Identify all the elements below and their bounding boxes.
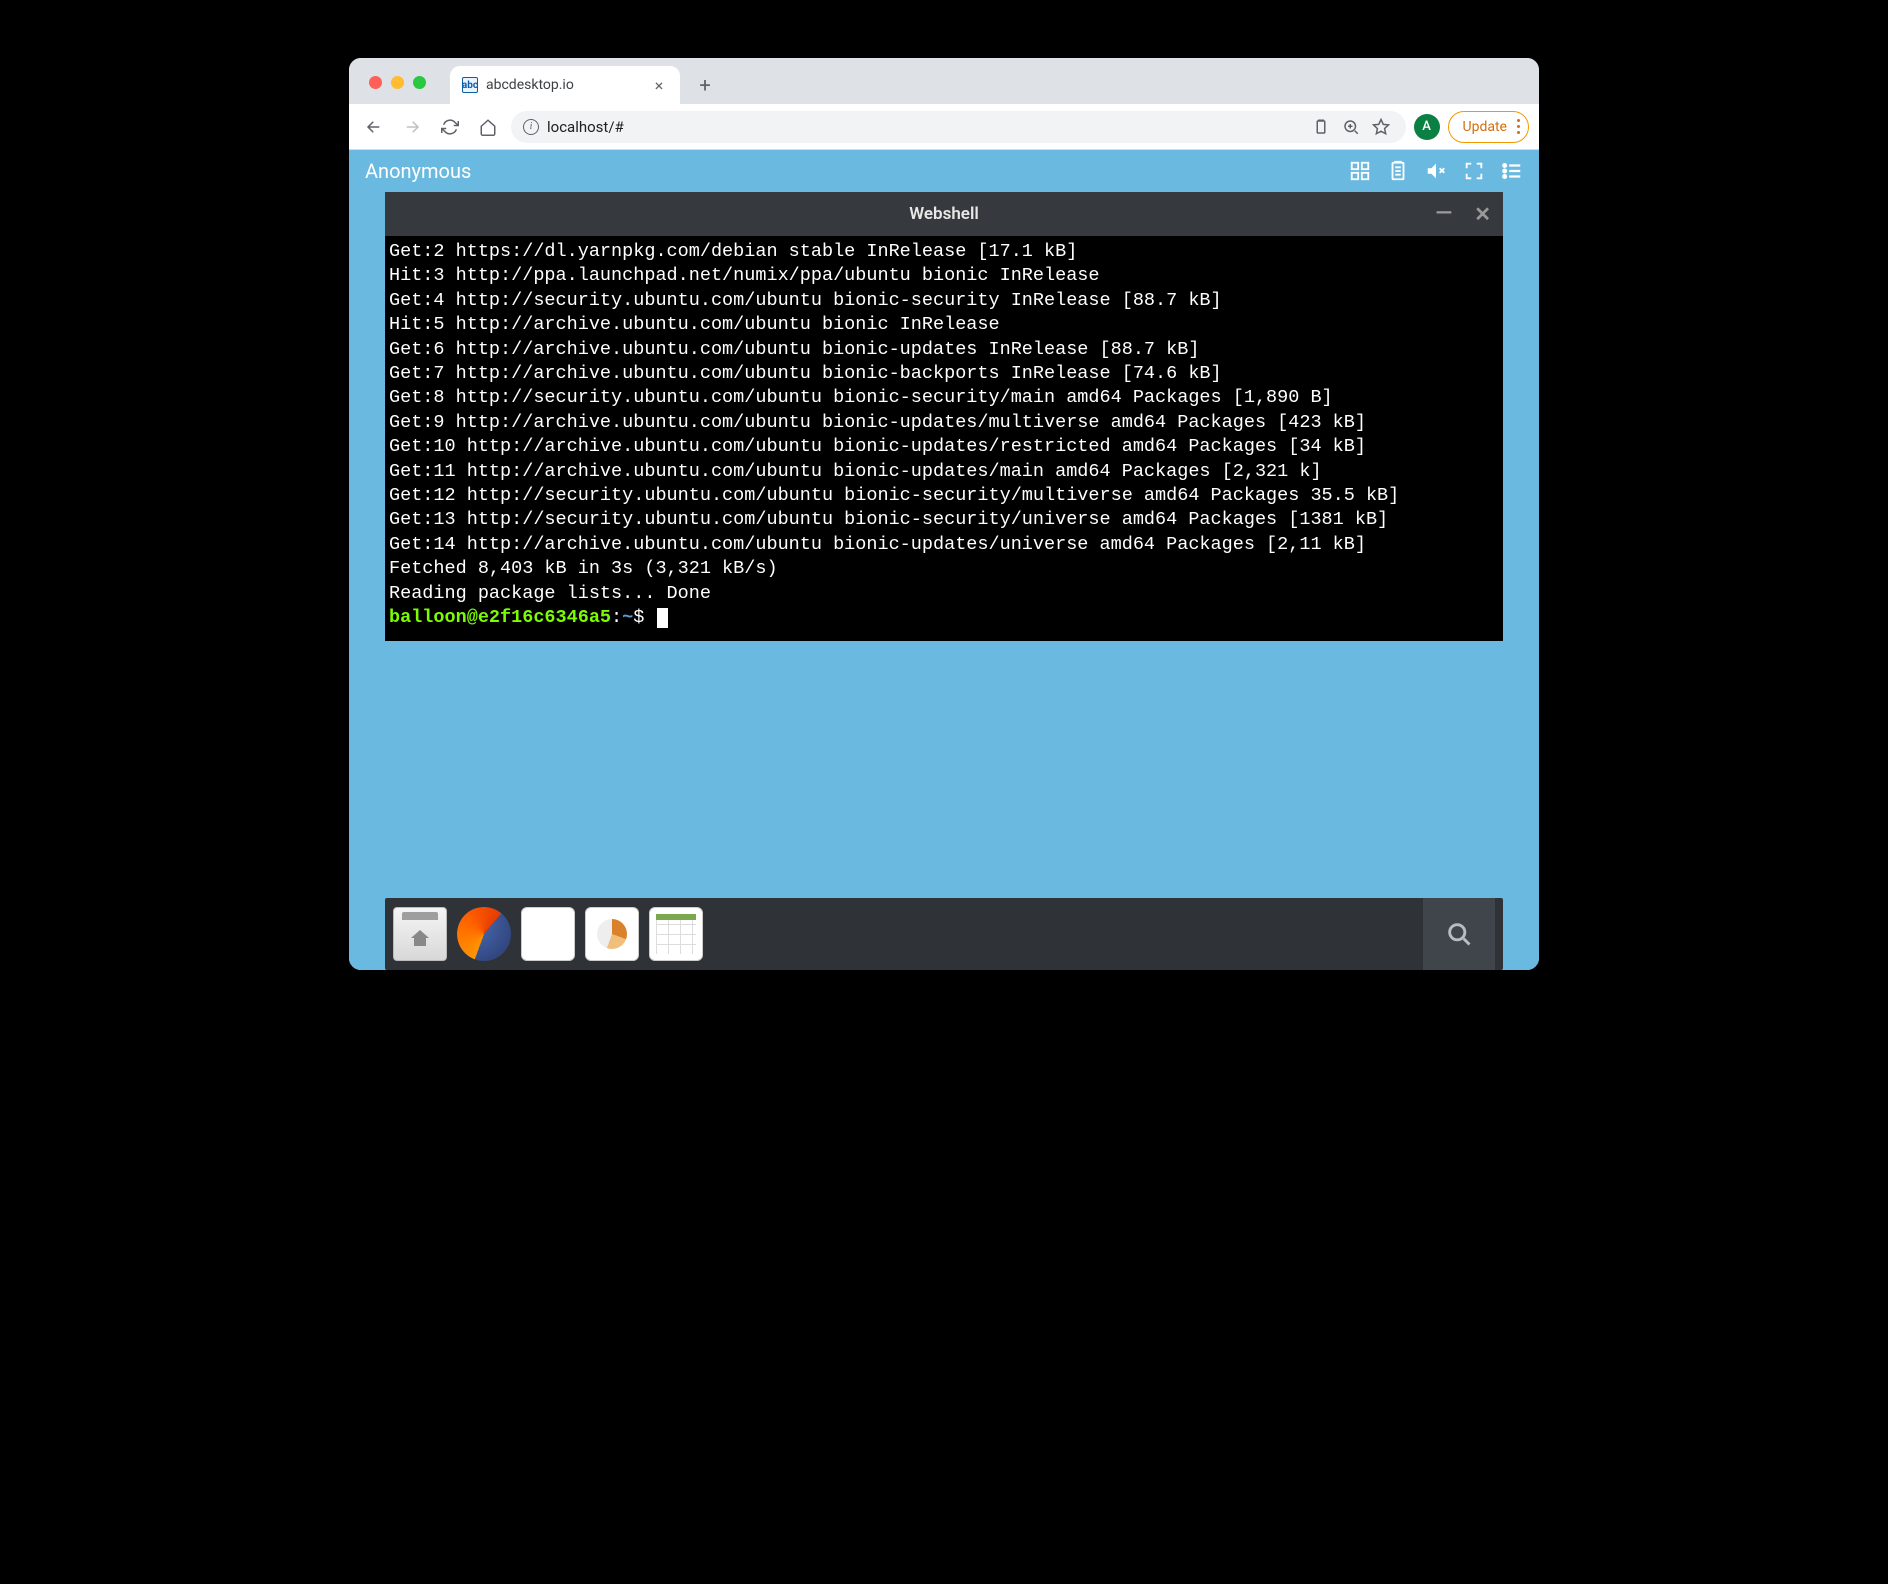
terminal-titlebar[interactable]: Webshell — ✕ (385, 192, 1503, 236)
close-window-button[interactable] (369, 76, 382, 89)
dock-firefox-icon[interactable] (457, 907, 511, 961)
topbar-icons (1349, 160, 1523, 182)
tab-favicon: abc (462, 77, 478, 93)
fullscreen-icon[interactable] (1463, 160, 1485, 182)
update-button[interactable]: Update (1448, 111, 1529, 143)
back-button[interactable] (359, 112, 389, 142)
menu-list-icon[interactable] (1501, 160, 1523, 182)
update-label: Update (1463, 119, 1507, 135)
zoom-icon[interactable] (1342, 118, 1360, 136)
dock-calc-icon[interactable] (649, 907, 703, 961)
profile-avatar[interactable]: A (1414, 114, 1440, 140)
volume-mute-icon[interactable] (1425, 160, 1447, 182)
dock-impress-icon[interactable] (585, 907, 639, 961)
terminal-title: Webshell (909, 204, 979, 224)
apps-grid-icon[interactable] (1349, 160, 1371, 182)
forward-button[interactable] (397, 112, 427, 142)
dock-search-button[interactable] (1423, 898, 1495, 970)
browser-toolbar: i localhost/# A Update (349, 104, 1539, 150)
page-content: Anonymous Webshell — ✕ Get:2 https://dl.… (349, 150, 1539, 970)
tab-close-button[interactable]: × (650, 76, 668, 95)
bookmark-star-icon[interactable] (1372, 118, 1390, 136)
toolbar-right: A Update (1414, 111, 1529, 143)
address-bar[interactable]: i localhost/# (511, 111, 1406, 143)
user-label: Anonymous (365, 159, 471, 183)
tab-title: abcdesktop.io (486, 77, 642, 93)
browser-tab[interactable]: abc abcdesktop.io × (450, 66, 680, 104)
terminal-close-button[interactable]: ✕ (1474, 204, 1491, 224)
terminal-output[interactable]: Get:2 https://dl.yarnpkg.com/debian stab… (385, 236, 1503, 641)
reload-button[interactable] (435, 112, 465, 142)
dock-writer-icon[interactable] (521, 907, 575, 961)
terminal-window: Webshell — ✕ Get:2 https://dl.yarnpkg.co… (385, 192, 1503, 641)
home-button[interactable] (473, 112, 503, 142)
browser-window: abc abcdesktop.io × + i localhost/# (349, 58, 1539, 970)
dock-files-icon[interactable] (393, 907, 447, 961)
menu-dots-icon (1517, 119, 1520, 134)
window-controls (363, 76, 440, 104)
url-text: localhost/# (547, 118, 624, 136)
tab-strip: abc abcdesktop.io × + (349, 58, 1539, 104)
minimize-window-button[interactable] (391, 76, 404, 89)
maximize-window-button[interactable] (413, 76, 426, 89)
site-info-icon[interactable]: i (523, 119, 539, 135)
clipboard-topbar-icon[interactable] (1387, 160, 1409, 182)
terminal-minimize-button[interactable]: — (1435, 203, 1452, 225)
desktop-topbar: Anonymous (349, 150, 1539, 192)
new-tab-button[interactable]: + (690, 70, 720, 100)
dock (385, 898, 1503, 970)
clipboard-icon[interactable] (1312, 118, 1330, 136)
